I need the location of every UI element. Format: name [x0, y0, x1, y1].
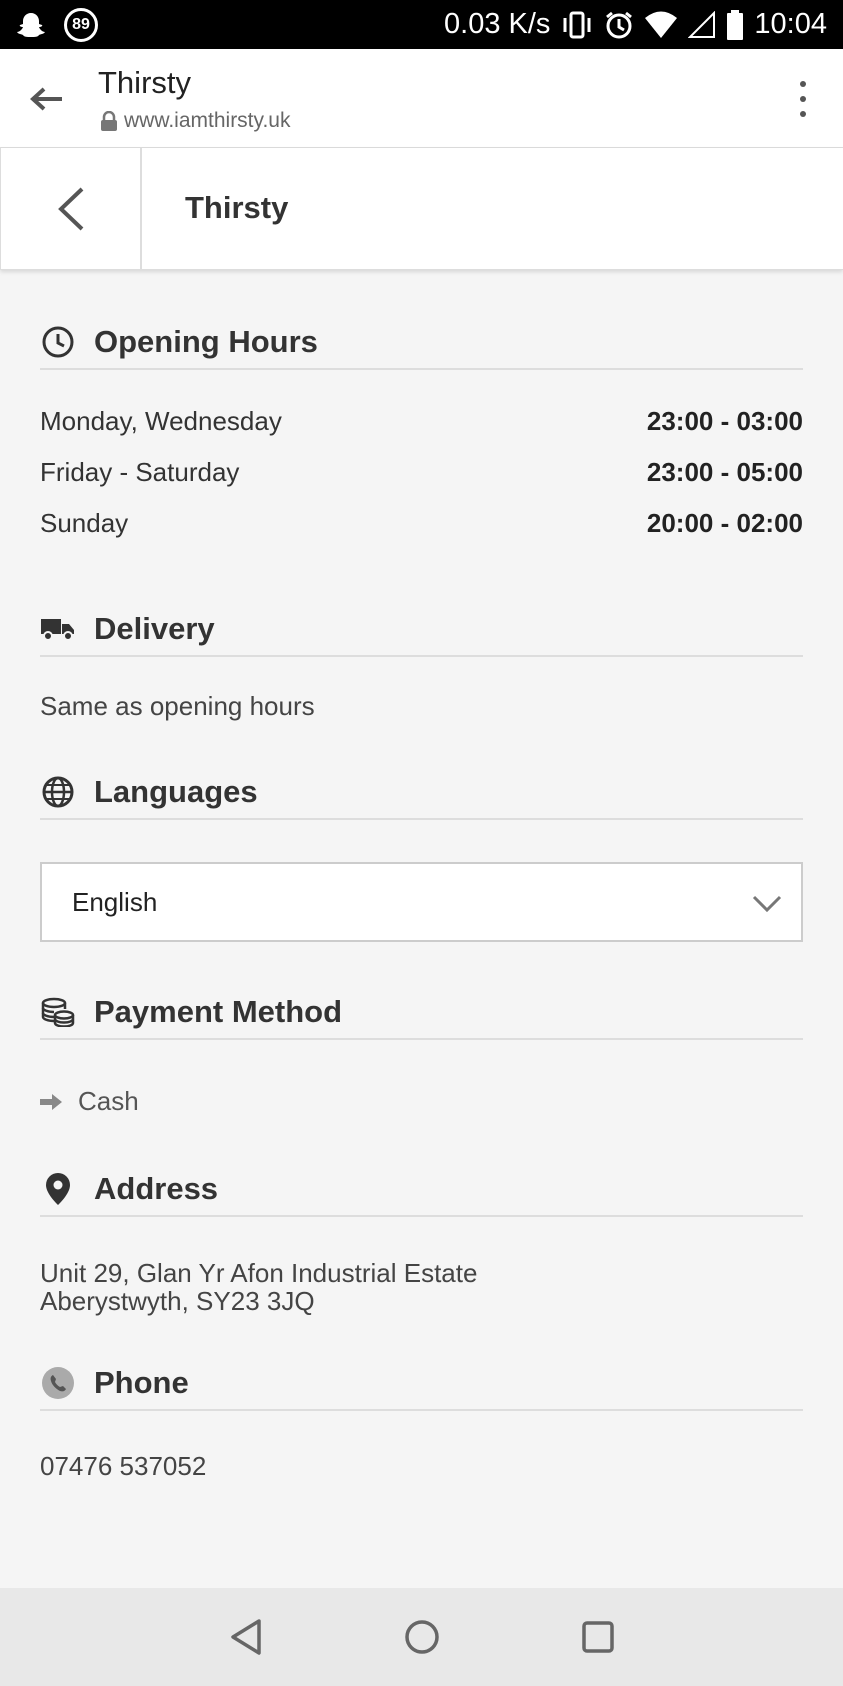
hours-time: 23:00 - 05:00 [646, 457, 803, 487]
globe-icon [40, 774, 76, 810]
arrow-left-icon [30, 87, 62, 111]
delivery-text: Same as opening hours [40, 691, 315, 721]
opening-hours-list: Monday, Wednesday 23:00 - 03:00 Friday -… [40, 396, 803, 549]
store-info: Opening Hours Monday, Wednesday 23:00 - … [40, 270, 803, 1482]
phone-icon [40, 1365, 76, 1401]
triangle-back-icon [230, 1619, 261, 1655]
language-select-value: English [72, 886, 158, 917]
circle-home-icon [404, 1620, 439, 1654]
status-bar: 89 0.03 K/s 10:04 [0, 0, 843, 49]
language-select[interactable]: English [40, 862, 803, 942]
phone-number[interactable]: 07476 537052 [40, 1451, 803, 1482]
wifi-icon [644, 11, 678, 39]
delivery-title: Delivery [94, 611, 215, 646]
map-pin-icon [40, 1171, 76, 1207]
arrow-right-icon [40, 1093, 64, 1110]
browser-toolbar: Thirsty www.iamthirsty.uk [0, 49, 843, 148]
hours-days: Monday, Wednesday [40, 406, 282, 436]
phone-header: Phone [40, 1357, 803, 1411]
clock-time: 10:04 [754, 8, 827, 40]
languages-title: Languages [94, 774, 258, 809]
payment-header: Payment Method [40, 986, 803, 1040]
chevron-down-icon [747, 884, 787, 924]
payment-method-item: Cash [40, 1086, 803, 1117]
hours-days: Sunday [40, 508, 129, 538]
alarm-icon [604, 10, 634, 40]
page-header: Thirsty [0, 148, 843, 270]
browser-page-title: Thirsty [98, 65, 191, 100]
android-nav-bar [0, 1588, 843, 1686]
lock-icon [101, 111, 117, 131]
nav-recents-button[interactable] [575, 1614, 621, 1660]
opening-hours-header: Opening Hours [40, 316, 803, 370]
languages-header: Languages [40, 766, 803, 820]
notification-badge: 89 [64, 7, 98, 42]
signal-icon [688, 10, 716, 39]
coins-icon [40, 994, 76, 1030]
hours-row: Sunday 20:00 - 02:00 [40, 498, 803, 549]
address-title: Address [94, 1171, 219, 1206]
nav-home-button[interactable] [399, 1614, 445, 1660]
net-speed: 0.03 K/s [444, 8, 551, 40]
nav-back-button[interactable] [223, 1614, 269, 1660]
hours-row: Monday, Wednesday 23:00 - 03:00 [40, 396, 803, 447]
address-header: Address [40, 1163, 803, 1217]
phone-title: Phone [94, 1365, 189, 1400]
hours-time: 20:00 - 02:00 [646, 508, 803, 538]
browser-menu-button[interactable] [793, 77, 813, 121]
payment-title: Payment Method [94, 994, 343, 1029]
address-line-2: Aberystwyth, SY23 3JQ [40, 1286, 315, 1316]
square-recents-icon [581, 1621, 614, 1653]
vibrate-icon [560, 11, 594, 39]
snapchat-icon [16, 10, 46, 40]
address-text: Unit 29, Glan Yr Afon Industrial Estate … [40, 1259, 803, 1315]
browser-url[interactable]: www.iamthirsty.uk [100, 109, 290, 133]
clock-icon [40, 324, 76, 360]
opening-hours-title: Opening Hours [94, 324, 318, 359]
hours-row: Friday - Saturday 23:00 - 05:00 [40, 447, 803, 498]
truck-icon [40, 611, 76, 647]
chevron-left-icon [57, 187, 83, 231]
page-back-button[interactable] [0, 148, 142, 270]
payment-method-label: Cash [78, 1086, 139, 1116]
more-vert-icon [800, 81, 806, 88]
page-title: Thirsty [185, 190, 289, 225]
url-text: www.iamthirsty.uk [124, 109, 291, 132]
hours-time: 23:00 - 03:00 [646, 406, 803, 436]
address-line-1: Unit 29, Glan Yr Afon Industrial Estate [40, 1258, 478, 1288]
battery-icon [726, 9, 744, 40]
browser-back-button[interactable] [26, 79, 66, 119]
delivery-header: Delivery [40, 603, 803, 657]
hours-days: Friday - Saturday [40, 457, 240, 487]
